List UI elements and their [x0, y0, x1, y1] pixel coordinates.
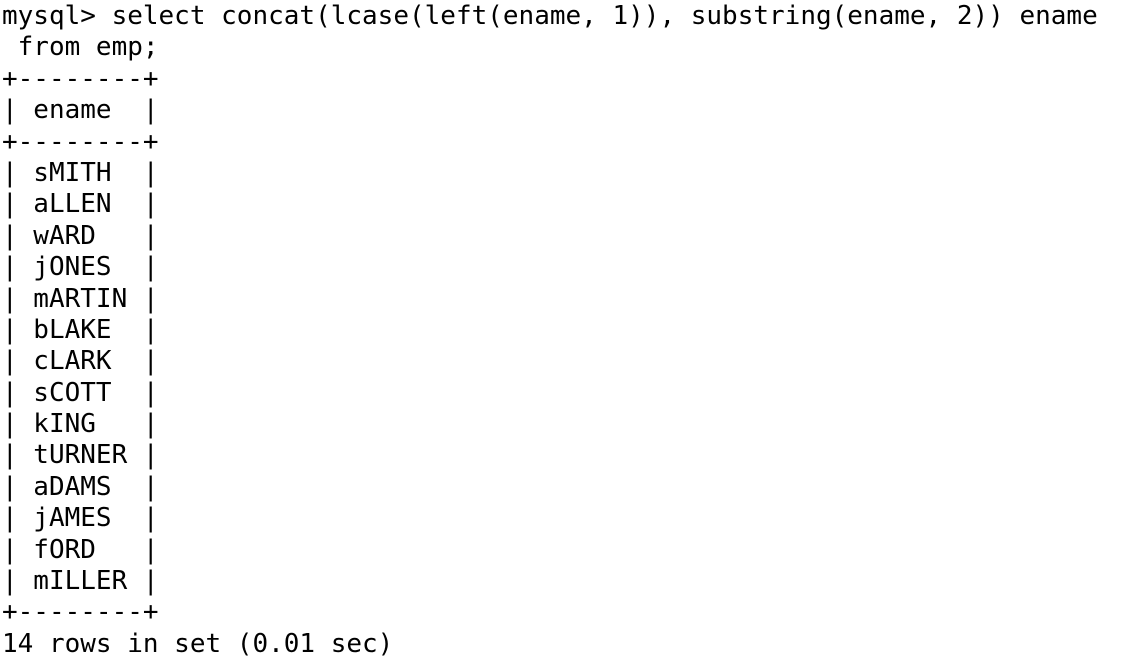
- table-row: | fORD |: [2, 534, 159, 565]
- table-row: | bLAKE |: [2, 314, 159, 345]
- table-row: | wARD |: [2, 220, 159, 251]
- table-row: | tURNER |: [2, 440, 159, 471]
- table-row: | jAMES |: [2, 503, 159, 534]
- query-line-1: mysql> select concat(lcase(left(ename, 1…: [2, 1, 1098, 31]
- table-row: | sMITH |: [2, 157, 159, 188]
- mysql-terminal-output[interactable]: mysql> select concat(lcase(left(ename, 1…: [0, 0, 1125, 659]
- table-header-row: | ename |: [2, 95, 159, 126]
- table-header-separator: +--------+: [2, 126, 159, 157]
- table-row: | aDAMS |: [2, 471, 159, 502]
- table-top-border: +--------+: [2, 63, 159, 94]
- table-row: | cLARK |: [2, 346, 159, 377]
- table-row: | jONES |: [2, 252, 159, 283]
- table-row: | mARTIN |: [2, 283, 159, 314]
- status-line: 14 rows in set (0.01 sec): [2, 628, 394, 659]
- table-row: | mILLER |: [2, 566, 159, 597]
- table-row: | kING |: [2, 409, 159, 440]
- table-row: | sCOTT |: [2, 377, 159, 408]
- table-bottom-border: +--------+: [2, 597, 159, 628]
- table-row: | aLLEN |: [2, 189, 159, 220]
- query-line-2: from emp;: [2, 32, 159, 63]
